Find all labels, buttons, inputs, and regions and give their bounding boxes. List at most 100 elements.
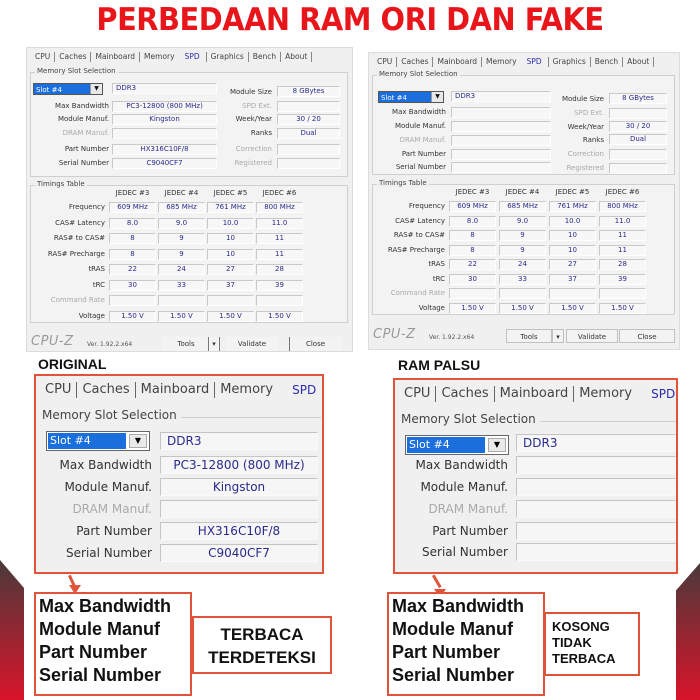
tab-about[interactable]: About	[623, 57, 655, 67]
close-button[interactable]: Close	[619, 329, 675, 343]
timing-cell	[207, 295, 254, 306]
tab-cpu[interactable]: CPU	[401, 386, 437, 402]
tab-caches[interactable]: Caches	[77, 382, 136, 398]
timing-row-label: Frequency	[68, 203, 105, 211]
tab-memory[interactable]: Memory	[140, 52, 179, 62]
tab-memory[interactable]: Memory	[574, 386, 637, 402]
timing-row-label: tRAS	[428, 260, 445, 268]
close-button[interactable]: Close	[289, 337, 341, 351]
tab-memory[interactable]: Memory	[215, 382, 278, 398]
tab-mainboard[interactable]: Mainboard	[433, 57, 483, 67]
cpuz-logo: CPU-Z	[373, 327, 416, 342]
timing-cell: 9.0	[158, 217, 205, 229]
tab-bench[interactable]: Bench	[249, 52, 282, 62]
section-label-original: ORIGINAL	[38, 356, 107, 372]
tab-graphics[interactable]: Graphics	[547, 57, 591, 67]
slot-select[interactable]: Slot #4 ▼	[46, 431, 150, 451]
timing-cell: 1.50 V	[109, 310, 156, 322]
summary-list-fake: Max Bandwidth Module Manuf Part Number S…	[387, 592, 545, 696]
correction-label: Correction	[235, 145, 272, 153]
timing-row-label: Command Rate	[50, 296, 105, 304]
tab-about[interactable]: About	[281, 52, 313, 62]
max-bandwidth-field: PC3-12800 (800 MHz)	[160, 456, 318, 474]
tab-bench[interactable]: Bench	[591, 57, 624, 67]
tab-caches[interactable]: Caches	[55, 52, 92, 62]
part-number-field: HX316C10F/8	[160, 522, 318, 540]
module-manuf-label: Module Manuf.	[394, 122, 446, 130]
summary-item: Serial Number	[392, 665, 515, 685]
tab-caches[interactable]: Caches	[397, 57, 434, 67]
timing-col-header: JEDEC #5	[213, 189, 248, 197]
zoomed-spd-original: CPU Caches Mainboard Memory SPD Memory S…	[34, 374, 324, 574]
timing-cell: 9	[158, 248, 205, 260]
tab-cpu[interactable]: CPU	[42, 382, 78, 398]
timing-cell: 27	[549, 259, 596, 270]
memory-type-field: DDR3	[112, 83, 217, 94]
timing-cell: 33	[499, 273, 546, 285]
tab-spd[interactable]: SPD	[637, 386, 680, 402]
slot-select[interactable]: Slot #4 ▼	[33, 83, 103, 95]
validate-button[interactable]: Validate	[227, 337, 277, 351]
slot-select[interactable]: Slot #4 ▼	[405, 435, 509, 455]
divider	[181, 417, 321, 418]
timing-cell: 8	[109, 248, 156, 260]
ranks-label: Ranks	[250, 129, 272, 137]
timing-cell: 33	[158, 279, 205, 291]
tab-mainboard[interactable]: Mainboard	[91, 52, 141, 62]
tab-spd[interactable]: SPD	[278, 382, 321, 398]
chevron-down-icon[interactable]: ▼	[129, 434, 147, 448]
ranks-label: Ranks	[582, 136, 604, 144]
cpuz-window-fake: CPU Caches Mainboard Memory SPD Graphics…	[368, 52, 680, 350]
serial-number-field	[516, 543, 676, 561]
tab-spd[interactable]: SPD	[179, 52, 206, 62]
part-number-label: Part Number	[401, 150, 446, 158]
spd-ext-field	[609, 108, 667, 119]
timing-cell: 37	[549, 273, 596, 285]
timing-cell: 1.50 V	[449, 302, 496, 314]
tools-dropdown-icon[interactable]: ▾	[208, 337, 220, 351]
serial-number-field: C9040CF7	[112, 158, 217, 169]
chevron-down-icon[interactable]: ▼	[90, 84, 102, 94]
dram-manuf-field	[160, 500, 318, 518]
tab-mainboard[interactable]: Mainboard	[136, 382, 216, 398]
timing-cell: 24	[158, 264, 205, 275]
tab-spd[interactable]: SPD	[521, 57, 548, 67]
timing-cell: 22	[449, 259, 496, 270]
timing-cell: 609 MHz	[449, 201, 496, 212]
timing-cell: 9	[499, 244, 546, 256]
tab-memory[interactable]: Memory	[482, 57, 521, 67]
tools-dropdown-icon[interactable]: ▾	[552, 329, 564, 343]
dram-manuf-label: DRAM Manuf.	[399, 136, 446, 144]
note-fake: KOSONG TIDAK TERBACA	[544, 612, 640, 676]
timing-cell	[158, 295, 205, 306]
timing-cell: 22	[109, 264, 156, 275]
tab-cpu[interactable]: CPU	[373, 57, 398, 67]
module-manuf-field: Kingston	[160, 478, 318, 496]
correction-field	[609, 149, 667, 160]
chevron-down-icon[interactable]: ▼	[431, 92, 443, 102]
slot-select[interactable]: Slot #4 ▼	[378, 91, 444, 103]
summary-item: Max Bandwidth	[392, 596, 525, 616]
tools-button[interactable]: Tools	[506, 329, 552, 343]
timing-cell: 8	[449, 230, 496, 241]
tab-mainboard[interactable]: Mainboard	[495, 386, 575, 402]
timing-cell: 39	[256, 279, 303, 291]
tab-caches[interactable]: Caches	[436, 386, 495, 402]
tools-button[interactable]: Tools	[162, 337, 210, 351]
version-label: Ver. 1.92.2.x64	[429, 334, 475, 341]
slot-select-value: Slot #4	[381, 94, 407, 102]
timing-cell: 11	[599, 244, 646, 256]
timing-cell: 685 MHz	[499, 201, 546, 212]
chevron-down-icon[interactable]: ▼	[488, 438, 506, 452]
timing-row-label: RAS# Precharge	[387, 245, 445, 254]
validate-button[interactable]: Validate	[566, 329, 618, 343]
part-number-field	[516, 522, 676, 540]
timing-row-label: Frequency	[408, 202, 445, 210]
summary-item: Module Manuf	[392, 619, 513, 639]
tab-cpu[interactable]: CPU	[31, 52, 56, 62]
timing-col-header: JEDEC #4	[505, 188, 540, 196]
tab-graphics[interactable]: Graphics	[205, 52, 249, 62]
part-number-label: Part Number	[76, 524, 152, 538]
timing-col-header: JEDEC #3	[115, 189, 150, 197]
tab-bar: CPU Caches Mainboard Memory SPD	[401, 386, 680, 402]
